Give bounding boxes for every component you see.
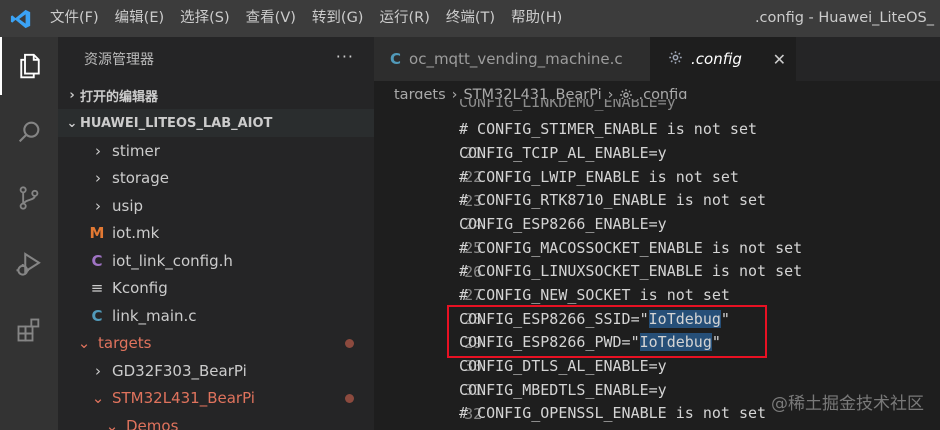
code-text: CONFIG_LINKDEMO_ENABLE=y [459, 99, 676, 111]
menu-run[interactable]: 运行(R) [371, 0, 437, 37]
tree-file-kconfig[interactable]: ≡ Kconfig [58, 275, 374, 303]
tree-item-label: STM32L431_BearPi [112, 389, 255, 408]
explorer-header: 资源管理器 ··· [58, 37, 374, 81]
code-text: # CONFIG_OPENSSL_ENABLE is not set [459, 404, 767, 422]
chevron-right-icon: › [95, 141, 101, 160]
menu-selection[interactable]: 选择(S) [172, 0, 238, 37]
tree-item-label: targets [98, 334, 152, 353]
code-text: CONFIG_DTLS_AL_ENABLE=y [459, 357, 667, 375]
tree-item-label: iot.mk [112, 224, 160, 243]
explorer-title: 资源管理器 [84, 52, 154, 68]
tree-folder-usip[interactable]: › usip [58, 192, 374, 220]
tab-bar-empty [796, 37, 940, 81]
code-line: 23 # CONFIG_LWIP_ENABLE is not set [374, 166, 940, 210]
code-text: CONFIG_ESP8266_ENABLE=y [459, 215, 667, 233]
extensions-icon[interactable] [0, 301, 58, 359]
open-editors-label: 打开的编辑器 [80, 89, 159, 105]
c-header-icon: C [91, 251, 103, 270]
tree-folder-stimer[interactable]: › stimer [58, 137, 374, 165]
code-line: 21 # CONFIG_STIMER_ENABLE is not set [374, 118, 940, 162]
more-actions-icon[interactable]: ··· [336, 47, 354, 66]
tree-folder-stm32l431[interactable]: ⌄ STM32L431_BearPi [58, 385, 374, 413]
tree-file-link-main[interactable]: C link_main.c [58, 302, 374, 330]
line-number: 33 [428, 426, 482, 430]
tree-folder-gd32f303[interactable]: › GD32F303_BearPi [58, 357, 374, 385]
code-line: 26 # CONFIG_MACOSSOCKET_ENABLE is not se… [374, 237, 940, 281]
tree-item-label: Demos [126, 416, 179, 430]
chevron-down-icon: ⌄ [105, 416, 119, 430]
window-title: .config - Huawei_LiteOS_ [754, 10, 934, 26]
tree-file-iot-link-config[interactable]: C iot_link_config.h [58, 247, 374, 275]
explorer-icon[interactable] [0, 37, 58, 95]
c-file-icon: C [390, 50, 402, 68]
code-text: CONFIG_MBEDTLS_ENABLE=y [459, 381, 667, 399]
code-text: # CONFIG_STIMER_ENABLE is not set [459, 120, 758, 138]
menu-edit[interactable]: 编辑(E) [107, 0, 172, 37]
workspace-section[interactable]: ⌄ HUAWEI_LITEOS_LAB_AIOT [58, 109, 374, 137]
code-line: 22 CONFIG_TCIP_AL_ENABLE=y [374, 142, 940, 186]
code-text: # CONFIG_LWIP_ENABLE is not set [459, 168, 739, 186]
code-line: 24 # CONFIG_RTK8710_ENABLE is not set [374, 189, 940, 233]
workspace-label: HUAWEI_LITEOS_LAB_AIOT [80, 115, 273, 131]
tree-file-iot-mk[interactable]: M iot.mk [58, 220, 374, 248]
vscode-logo-icon [0, 0, 42, 37]
chevron-down-icon: ⌄ [66, 115, 78, 131]
tab-oc-mqtt-vending-machine[interactable]: C oc_mqtt_vending_machine.c [374, 37, 650, 81]
tree-folder-storage[interactable]: › storage [58, 165, 374, 193]
tree-folder-demos[interactable]: ⌄ Demos [58, 412, 374, 430]
tab-config[interactable]: .config ✕ [650, 37, 796, 81]
modified-dot-icon [345, 393, 354, 403]
close-icon[interactable]: ✕ [773, 50, 786, 69]
chevron-down-icon: ⌄ [77, 334, 91, 353]
tree-item-label: iot_link_config.h [112, 251, 233, 270]
tree-item-label: usip [112, 196, 144, 215]
tree-item-label: link_main.c [112, 306, 197, 325]
chevron-right-icon: › [95, 169, 101, 188]
chevron-down-icon: ⌄ [91, 389, 105, 408]
tab-label: .config [691, 50, 742, 68]
vscode-window: 文件(F) 编辑(E) 选择(S) 查看(V) 转到(G) 运行(R) 终端(T… [0, 0, 940, 430]
modified-dot-icon [345, 338, 354, 348]
search-icon[interactable] [0, 103, 58, 161]
code-text: # CONFIG_MACOSSOCKET_ENABLE is not set [459, 239, 803, 257]
tree-item-label: GD32F303_BearPi [112, 361, 247, 380]
code-line: 27 # CONFIG_LINUXSOCKET_ENABLE is not se… [374, 260, 940, 304]
code-line: CONFIG_LINKDEMO_ENABLE=y [374, 99, 940, 115]
makefile-icon: M [89, 224, 105, 243]
highlight-annotation-box [447, 305, 767, 358]
menu-help[interactable]: 帮助(H) [503, 0, 570, 37]
menu-terminal[interactable]: 终端(T) [438, 0, 503, 37]
activity-bar [0, 37, 58, 430]
explorer-sidebar: 资源管理器 ··· › 打开的编辑器 ⌄ HUAWEI_LITEOS_LAB_A… [58, 37, 374, 430]
menu-go[interactable]: 转到(G) [304, 0, 372, 37]
tree-item-label: Kconfig [112, 279, 168, 298]
c-file-icon: C [91, 306, 103, 325]
code-line: 31 CONFIG_DTLS_AL_ENABLE=y [374, 355, 940, 399]
tree-folder-targets[interactable]: ⌄ targets [58, 330, 374, 358]
code-text: # CONFIG_RTK8710_ENABLE is not set [459, 191, 767, 209]
chevron-right-icon: › [95, 361, 101, 380]
tab-label: oc_mqtt_vending_machine.c [409, 50, 623, 68]
editor-tab-bar: C oc_mqtt_vending_machine.c .config ✕ [374, 37, 940, 81]
menu-view[interactable]: 查看(V) [238, 0, 304, 37]
open-editors-section[interactable]: › 打开的编辑器 [58, 81, 374, 109]
code-editor[interactable]: CONFIG_LINKDEMO_ENABLE=y 21 # CONFIG_STI… [374, 99, 940, 430]
gear-icon [668, 50, 683, 69]
text-file-icon: ≡ [90, 279, 104, 298]
title-bar: 文件(F) 编辑(E) 选择(S) 查看(V) 转到(G) 运行(R) 终端(T… [0, 0, 940, 37]
code-text: CONFIG_TCIP_AL_ENABLE=y [459, 144, 667, 162]
chevron-right-icon: › [95, 196, 101, 215]
watermark: @稀土掘金技术社区 [771, 394, 924, 414]
menu-file[interactable]: 文件(F) [42, 0, 107, 37]
code-line: 25 CONFIG_ESP8266_ENABLE=y [374, 213, 940, 257]
source-control-icon[interactable] [0, 169, 58, 227]
chevron-right-icon: › [69, 87, 75, 103]
run-debug-icon[interactable] [0, 235, 58, 293]
code-text: # CONFIG_LINUXSOCKET_ENABLE is not set [459, 262, 803, 280]
tree-item-label: stimer [112, 141, 160, 160]
tree-item-label: storage [112, 169, 169, 188]
